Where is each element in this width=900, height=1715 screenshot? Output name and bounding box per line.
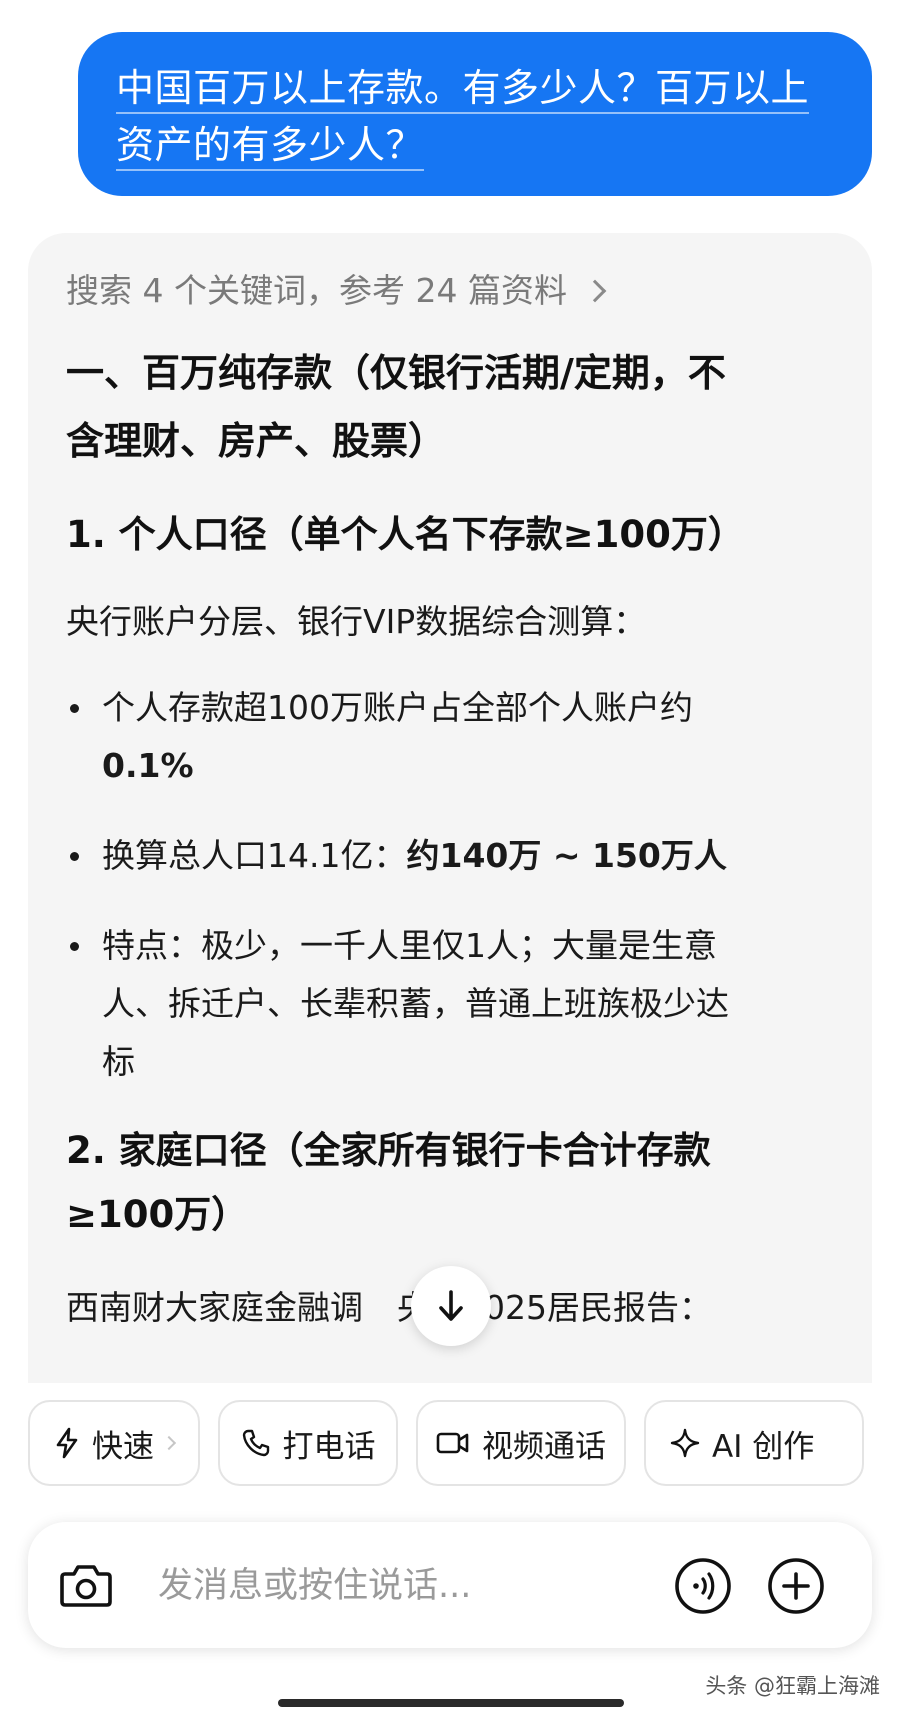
bullet-features-line-1: 特点：极少，一千人里仅1人；大量是生意 (102, 926, 717, 965)
quick-mode-button[interactable]: 快速 (28, 1400, 200, 1486)
bullet-features-line-3: 标 (102, 1042, 135, 1081)
bullet-features-line-2: 人、拆迁户、长辈积蓄，普通上班族极少达 (102, 984, 729, 1023)
heading-household-scope: 2. 家庭口径（全家所有银行卡合计存款 ≥100万） (66, 1119, 834, 1247)
partial-paragraph-left: 西南财大家庭金融调 (66, 1288, 363, 1327)
user-message-line-2: 资产的有多少人？ (116, 123, 425, 171)
quick-mode-label: 快速 (92, 1428, 154, 1465)
video-call-label: 视频通话 (482, 1428, 606, 1465)
bullet-dot (70, 942, 79, 951)
ai-create-button[interactable]: AI 创作 (644, 1400, 864, 1486)
user-message-bubble[interactable]: 中国百万以上存款。有多少人？百万以上 资产的有多少人？ (78, 32, 872, 196)
message-composer (28, 1522, 872, 1648)
chevron-right-icon (583, 279, 607, 303)
chevron-right-icon (161, 1435, 177, 1451)
assistant-answer-card: 搜索 4 个关键词，参考 24 篇资料 一、百万纯存款（仅银行活期/定期，不 含… (28, 233, 872, 1383)
home-indicator[interactable] (278, 1699, 624, 1707)
bullet-population-text: 换算总人口14.1亿： (102, 836, 407, 875)
heading-deposits-line-1: 一、百万纯存款（仅银行活期/定期，不 (66, 351, 726, 395)
bullet-item-ratio: 个人存款超100万账户占全部个人账户约 0.1% (66, 679, 834, 795)
scroll-to-bottom-button[interactable] (411, 1266, 491, 1346)
bullet-ratio-text: 个人存款超100万账户占全部个人账户约 (102, 688, 693, 727)
sparkle-icon (670, 1428, 700, 1458)
video-call-button[interactable]: 视频通话 (416, 1400, 626, 1486)
heading-household-line-1: 2. 家庭口径（全家所有银行卡合计存款 (66, 1129, 711, 1172)
chat-screen: 中国百万以上存款。有多少人？百万以上 资产的有多少人？ 搜索 4 个关键词，参考… (0, 0, 900, 1715)
bullet-ratio-value: 0.1% (102, 746, 194, 785)
message-input[interactable] (156, 1560, 680, 1612)
user-message-line-1: 中国百万以上存款。有多少人？百万以上 (116, 66, 810, 114)
user-message-text: 中国百万以上存款。有多少人？百万以上 资产的有多少人？ (116, 60, 832, 174)
lightning-icon (54, 1427, 80, 1459)
bullet-population-value: 约140万 ~ 150万人 (406, 836, 727, 875)
bullet-dot (70, 704, 79, 713)
intro-paragraph: 央行账户分层、银行VIP数据综合测算： (66, 602, 647, 641)
bullet-item-population: 换算总人口14.1亿：约140万 ~ 150万人 (66, 827, 834, 885)
phone-icon (241, 1428, 271, 1458)
search-summary-link[interactable]: 搜索 4 个关键词，参考 24 篇资料 (66, 269, 834, 313)
heading-deposits: 一、百万纯存款（仅银行活期/定期，不 含理财、房产、股票） (66, 339, 834, 475)
phone-call-label: 打电话 (282, 1428, 376, 1465)
heading-personal-scope: 1. 个人口径（单个人名下存款≥100万） (66, 513, 745, 556)
video-icon (436, 1430, 470, 1456)
plus-icon[interactable] (767, 1557, 825, 1615)
heading-deposits-line-2: 含理财、房产、股票） (66, 419, 447, 463)
bullet-dot (70, 852, 79, 861)
bullet-item-features: 特点：极少，一千人里仅1人；大量是生意 人、拆迁户、长辈积蓄，普通上班族极少达 … (66, 917, 834, 1091)
arrow-down-icon (439, 1290, 463, 1321)
phone-call-button[interactable]: 打电话 (218, 1400, 398, 1486)
source-watermark: 头条 @狂霸上海滩 (705, 1674, 880, 1698)
ai-create-label: AI 创作 (712, 1428, 815, 1465)
camera-icon[interactable] (58, 1557, 114, 1613)
voice-wave-icon[interactable] (674, 1557, 732, 1615)
quick-actions-row: 快速 打电话 视频通话 AI 创作 (28, 1400, 900, 1486)
search-summary-text: 搜索 4 个关键词，参考 24 篇资料 (66, 271, 567, 310)
heading-household-line-2: ≥100万） (66, 1193, 249, 1236)
